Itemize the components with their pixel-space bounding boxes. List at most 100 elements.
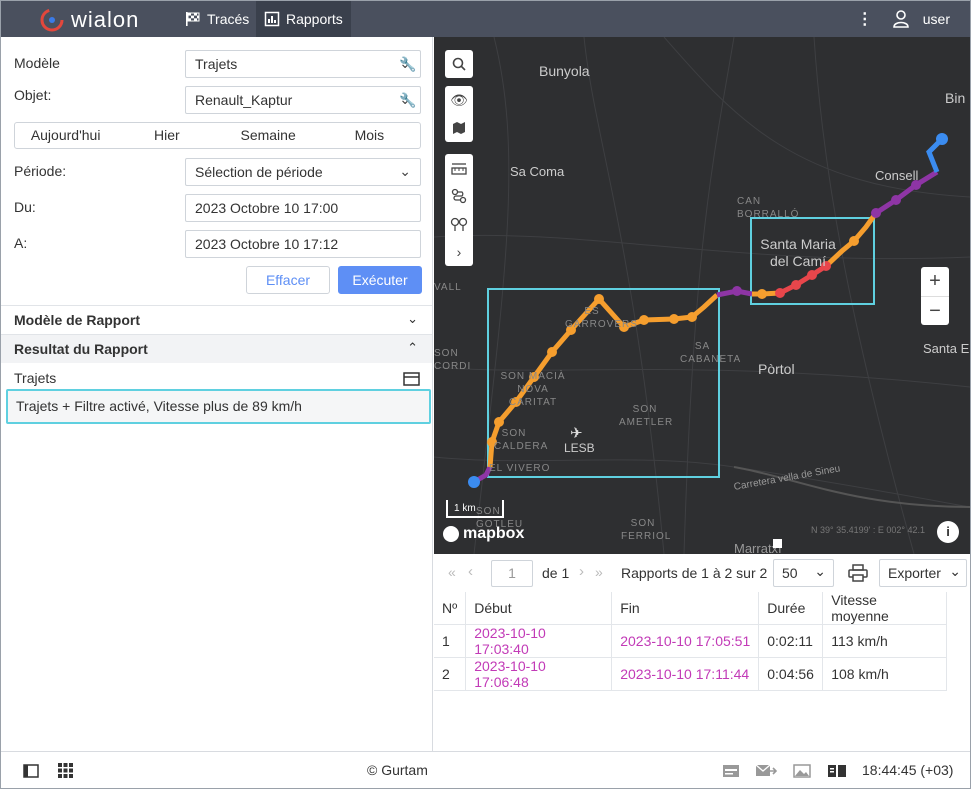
more-vertical-icon[interactable]: ⋮ [857,9,873,29]
end-time-link[interactable]: 2023-10-10 17:11:44 [611,657,760,691]
ruler-icon[interactable] [445,154,473,182]
from-date-field[interactable]: 2023 Octobre 10 17:00 [185,194,421,222]
page-number-input[interactable]: 1 [491,560,533,587]
model-select[interactable]: Trajets ⌄ [185,50,421,78]
object-select[interactable]: Renault_Kaptur ⌄ [185,86,421,114]
prev-page-icon[interactable]: ‹ [468,563,473,580]
object-select-value: Renault_Kaptur [195,92,293,108]
map-place: Sa Coma [510,164,565,179]
last-page-icon[interactable]: » [595,564,603,580]
col-duration[interactable]: Durée [758,592,824,625]
map-place: SA CABANETA [680,341,742,365]
table-row[interactable]: 1 2023-10-10 17:03:40 2023-10-10 17:05:5… [434,624,947,658]
period-today-button[interactable]: Aujourd'hui [15,123,116,148]
result-table-label: Trajets [14,370,57,386]
col-avg-speed[interactable]: Vitesse moyenne [822,592,947,625]
chevron-right-icon[interactable]: › [445,238,473,266]
avg-speed-cell: 108 km/h [822,657,947,691]
tab-traces[interactable]: Tracés [177,1,257,37]
map-place: VALL DE SON [434,282,464,293]
notifications-icon[interactable] [722,764,740,778]
clear-button[interactable]: Effacer [246,266,330,294]
map-search-control[interactable] [445,50,473,78]
map-place: LESB [564,441,595,455]
wrench-icon[interactable]: 🔧 [399,92,416,109]
tab-traces-label: Tracés [207,11,250,27]
image-icon[interactable] [793,764,811,778]
apps-grid-icon[interactable] [58,763,73,778]
map-view[interactable]: Bunyola Sa Coma Consell Bin CAN BORRALLÓ… [434,37,970,554]
zoom-out-button[interactable]: − [921,296,949,325]
user-icon [892,10,909,28]
report-result-title: Resultat du Rapport [14,341,148,357]
map-layers-icon[interactable] [445,114,473,142]
status-bar: © Gurtam 18:44:45 (+03) [1,751,970,788]
col-end[interactable]: Fin [611,592,760,625]
tab-rapports-label: Rapports [286,11,343,27]
copyright: © Gurtam [367,762,428,778]
map-place: SON CORDINA [434,348,472,372]
period-yesterday-button[interactable]: Hier [116,123,217,148]
page-size-select[interactable]: 50 ⌄ [773,559,834,587]
first-page-icon[interactable]: « [448,564,456,580]
messages-icon[interactable] [755,764,777,778]
mapbox-icon [443,526,459,542]
col-number[interactable]: Nº [434,592,467,625]
book-icon[interactable] [827,764,847,778]
eye-icon[interactable]: 👁 [445,86,473,114]
start-time-link[interactable]: 2023-10-10 17:06:48 [465,657,613,691]
clock: 18:44:45 (+03) [862,762,954,778]
object-label: Objet: [14,87,52,103]
report-template-section[interactable]: Modèle de Rapport ⌄ [1,305,432,334]
period-select-value: Sélection de période [195,164,323,180]
info-icon[interactable]: i [937,521,959,543]
start-time-link[interactable]: 2023-10-10 17:03:40 [465,624,613,658]
tab-rapports[interactable]: Rapports [256,1,351,37]
end-time-link[interactable]: 2023-10-10 17:05:51 [611,624,760,658]
search-icon[interactable] [445,50,473,78]
map-place: Consell [875,168,919,183]
duration-cell: 0:02:11 [758,624,824,658]
next-page-icon[interactable]: › [579,563,584,580]
wrench-icon[interactable]: 🔧 [399,56,416,73]
to-label: A: [14,235,28,251]
row-number: 1 [434,624,467,658]
zoom-in-button[interactable]: + [921,267,949,296]
period-select[interactable]: Sélection de période ⌄ [185,158,421,186]
from-label: Du: [14,199,36,215]
map-place: Bunyola [539,63,590,79]
quick-period-selector: Aujourd'hui Hier Semaine Mois [14,122,421,149]
report-template-title: Modèle de Rapport [14,312,141,328]
page-total-label: de 1 [542,565,570,581]
map-marker [773,539,782,548]
export-button[interactable]: Exporter ⌄ [879,559,967,587]
map-place: EL VIVERO [489,463,551,474]
avg-speed-cell: 113 km/h [822,624,947,658]
period-month-button[interactable]: Mois [319,123,420,148]
user-menu[interactable]: user [892,10,950,28]
chevron-down-icon: ⌄ [407,311,418,326]
to-date-field[interactable]: 2023 Octobre 10 17:12 [185,230,421,258]
table-row[interactable]: 2 2023-10-10 17:06:48 2023-10-10 17:11:4… [434,657,947,691]
execute-button[interactable]: Exécuter [338,266,422,294]
report-result-section[interactable]: Resultat du Rapport ⌃ [1,334,432,363]
result-item[interactable]: Trajets + Filtre activé, Vitesse plus de… [6,389,431,424]
map-canvas [434,37,970,554]
route-icon[interactable] [445,182,473,210]
top-right-controls: ⋮ user [857,1,950,37]
pagination-bar: « ‹ 1 de 1 › » Rapports de 1 à 2 sur 2 5… [434,554,970,592]
chevron-down-icon: ⌄ [814,563,826,579]
waypoints-icon[interactable] [445,210,473,238]
row-number: 2 [434,657,467,691]
chevron-up-icon: ⌃ [407,340,418,355]
map-scale-label: 1 km [454,503,476,514]
table-view-icon[interactable] [403,372,420,386]
col-start[interactable]: Début [465,592,613,625]
period-week-button[interactable]: Semaine [218,123,319,148]
chevron-down-icon: ⌄ [949,563,961,579]
map-place: SON MACIÀ NOVA CARITAT [500,371,566,408]
print-icon[interactable] [848,564,868,582]
period-label: Période: [14,163,67,179]
pager-summary: Rapports de 1 à 2 sur 2 [621,565,768,581]
panel-toggle-icon[interactable] [23,764,39,778]
